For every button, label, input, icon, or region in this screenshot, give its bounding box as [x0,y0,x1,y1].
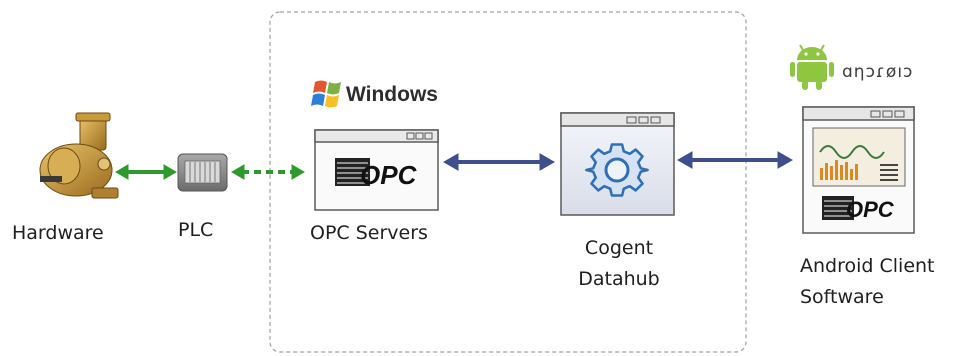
plc-label: PLC [178,219,214,241]
gear-window-icon [560,112,675,216]
windows-logo-text: Windows [346,83,438,106]
android-client-window-icon: OPC [802,106,915,234]
windows-logo-icon [311,80,341,108]
plc-icon [177,153,228,192]
android-client-label: Android Client [800,255,935,277]
hardware-plc-arrow [115,164,177,180]
hardware-pump-icon [39,112,119,199]
opc-datahub-arrow [442,153,556,171]
opc-server-window-icon: OPC [314,129,439,211]
opc-logo-text: OPC [360,160,418,190]
datahub-label: Datahub [578,268,660,290]
plc-opc-arrow [231,164,305,180]
hardware-label: Hardware [12,222,104,244]
software-label: Software [800,286,884,308]
cogent-label: Cogent [584,237,654,259]
android-robot-icon [790,44,834,90]
datahub-android-arrow [676,151,794,169]
opc-logo-text-client: OPC [846,197,895,222]
android-logo-text: ɑηɔɾøıɔ [842,62,914,82]
gear-icon [585,143,649,197]
opc-servers-label: OPC Servers [310,222,428,244]
